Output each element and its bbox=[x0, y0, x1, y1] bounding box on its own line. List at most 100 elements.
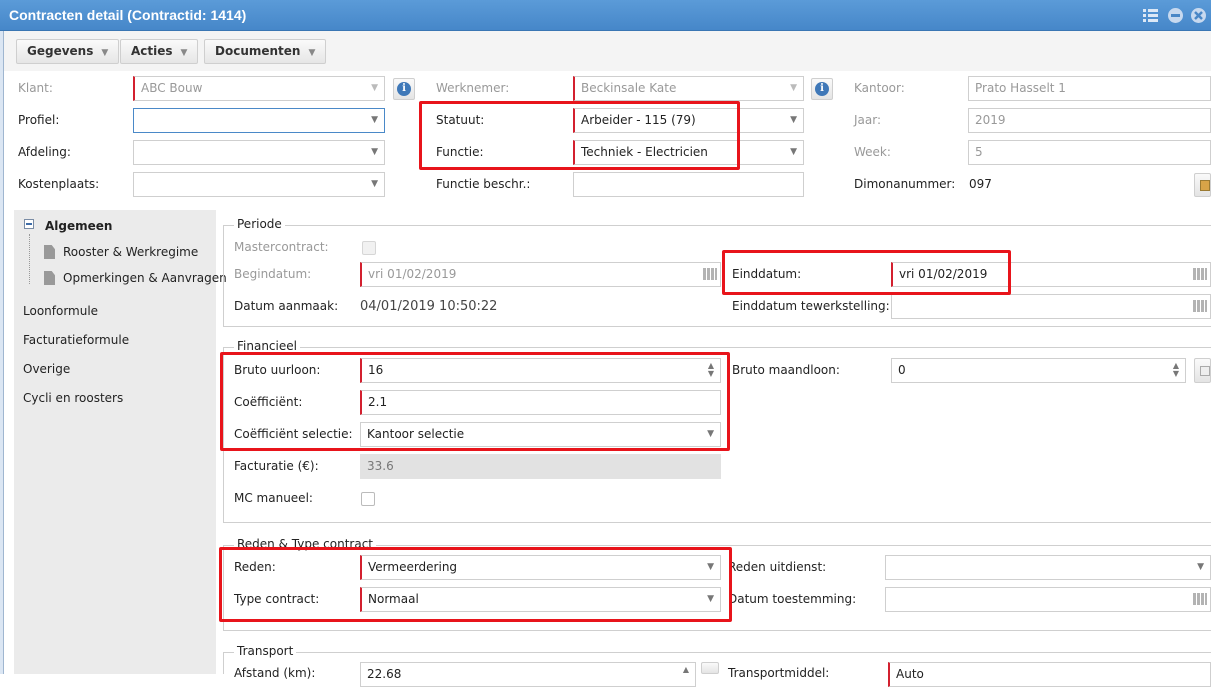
begindatum-value: vri 01/02/2019 bbox=[368, 267, 457, 281]
klant-value: ABC Bouw bbox=[141, 81, 203, 95]
werknemer-select[interactable]: Beckinsale Kate ▼ bbox=[573, 76, 804, 101]
functie-value: Techniek - Electricien bbox=[581, 145, 708, 159]
afstand-input[interactable]: 22.68 ▲ bbox=[360, 662, 696, 687]
info-icon: i bbox=[397, 82, 411, 96]
toolbar: Gegevens ▼ Acties ▼ Documenten ▼ bbox=[4, 31, 1211, 71]
statuut-select[interactable]: Arbeider - 115 (79) ▼ bbox=[573, 108, 804, 133]
reden-select[interactable]: Vermeerdering ▼ bbox=[360, 555, 721, 580]
minimize-icon[interactable] bbox=[1168, 8, 1183, 23]
reden-value: Vermeerdering bbox=[368, 560, 458, 574]
coefficient-selectie-value: Kantoor selectie bbox=[367, 427, 465, 441]
type-contract-value: Normaal bbox=[368, 592, 419, 606]
coefficient-selectie-select[interactable]: Kantoor selectie ▼ bbox=[360, 422, 721, 447]
window-title: Contracten detail (Contractid: 1414) bbox=[9, 7, 247, 23]
coefficient-selectie-label: Coëfficiënt selectie: bbox=[234, 427, 353, 441]
afstand-calc-button[interactable] bbox=[701, 662, 719, 674]
documenten-menu-button[interactable]: Documenten ▼ bbox=[204, 39, 327, 64]
mc-manueel-label: MC manueel: bbox=[234, 491, 313, 505]
profiel-select[interactable]: ▼ bbox=[133, 108, 385, 133]
jaar-label: Jaar: bbox=[854, 113, 882, 127]
sidebar-item-loonformule[interactable]: Loonformule bbox=[23, 304, 98, 318]
kostenplaats-select[interactable]: ▼ bbox=[133, 172, 385, 197]
calendar-icon[interactable] bbox=[703, 268, 717, 280]
afstand-value: 22.68 bbox=[367, 667, 402, 681]
transportmiddel-label: Transportmiddel: bbox=[728, 666, 830, 680]
statuut-value: Arbeider - 115 (79) bbox=[581, 113, 696, 127]
einddatum-tewerk-label: Einddatum tewerkstelling: bbox=[732, 299, 890, 313]
reden-uitdienst-select[interactable]: ▼ bbox=[885, 555, 1211, 580]
documenten-label: Documenten bbox=[215, 44, 301, 58]
sidebar-item-opmerkingen[interactable]: Opmerkingen & Aanvragen bbox=[63, 271, 227, 285]
coefficient-label: Coëfficiënt: bbox=[234, 395, 303, 409]
collapse-icon[interactable] bbox=[24, 219, 34, 229]
bruto-uurloon-label: Bruto uurloon: bbox=[234, 363, 321, 377]
week-field: 5 bbox=[968, 140, 1211, 165]
begindatum-label: Begindatum: bbox=[234, 267, 312, 281]
begindatum-field[interactable]: vri 01/02/2019 bbox=[360, 262, 721, 287]
werknemer-label: Werknemer: bbox=[436, 81, 510, 95]
functie-select[interactable]: Techniek - Electricien ▼ bbox=[573, 140, 804, 165]
transportmiddel-select[interactable]: Auto bbox=[888, 662, 1211, 687]
left-window-edge bbox=[0, 31, 4, 674]
functie-beschr-input[interactable] bbox=[573, 172, 804, 197]
klant-info-button[interactable]: i bbox=[393, 78, 415, 100]
chevron-down-icon: ▼ bbox=[707, 594, 714, 604]
mc-manueel-checkbox[interactable] bbox=[361, 492, 375, 506]
week-value: 5 bbox=[975, 145, 983, 159]
kantoor-value: Prato Hasselt 1 bbox=[975, 81, 1066, 95]
einddatum-field[interactable]: vri 01/02/2019 bbox=[891, 262, 1211, 287]
chevron-down-icon: ▼ bbox=[308, 48, 316, 58]
chevron-down-icon: ▼ bbox=[371, 115, 378, 125]
sidebar-item-rooster[interactable]: Rooster & Werkregime bbox=[63, 245, 198, 259]
calendar-icon[interactable] bbox=[1193, 300, 1207, 312]
acties-menu-button[interactable]: Acties ▼ bbox=[120, 39, 199, 64]
spinner-icon[interactable]: ▲ ▼ bbox=[708, 362, 714, 378]
spinner-icon[interactable]: ▲ bbox=[683, 666, 689, 674]
sidebar-group-algemeen[interactable]: Algemeen bbox=[45, 219, 112, 233]
einddatum-tewerk-field[interactable] bbox=[891, 294, 1211, 319]
gegevens-menu-button[interactable]: Gegevens ▼ bbox=[16, 39, 120, 64]
functie-label: Functie: bbox=[436, 145, 484, 159]
kantoor-field: Prato Hasselt 1 bbox=[968, 76, 1211, 101]
close-icon[interactable] bbox=[1191, 8, 1206, 23]
sidebar-item-overige[interactable]: Overige bbox=[23, 362, 70, 376]
profiel-label: Profiel: bbox=[18, 113, 60, 127]
mastercontract-label: Mastercontract: bbox=[234, 240, 329, 254]
dimona-value: 097 bbox=[969, 177, 992, 191]
klant-label: Klant: bbox=[18, 81, 53, 95]
mastercontract-checkbox[interactable] bbox=[362, 241, 376, 255]
sidebar-item-cycli[interactable]: Cycli en roosters bbox=[23, 391, 123, 405]
coefficient-input[interactable]: 2.1 bbox=[360, 390, 721, 415]
grid-icon[interactable] bbox=[1143, 8, 1158, 23]
sidebar-item-facturatieformule[interactable]: Facturatieformule bbox=[23, 333, 129, 347]
calculator-button[interactable] bbox=[1194, 358, 1211, 383]
week-label: Week: bbox=[854, 145, 891, 159]
calendar-icon[interactable] bbox=[1193, 268, 1207, 280]
spinner-icon[interactable]: ▲ ▼ bbox=[1173, 362, 1179, 378]
afdeling-select[interactable]: ▼ bbox=[133, 140, 385, 165]
kantoor-label: Kantoor: bbox=[854, 81, 905, 95]
calendar-icon[interactable] bbox=[1193, 593, 1207, 605]
datum-toestemming-field[interactable] bbox=[885, 587, 1211, 612]
afstand-label: Afstand (km): bbox=[234, 666, 316, 680]
werknemer-info-button[interactable]: i bbox=[811, 78, 833, 100]
bruto-uurloon-input[interactable]: 16 ▲ ▼ bbox=[360, 358, 721, 383]
datum-toestemming-label: Datum toestemming: bbox=[728, 592, 857, 606]
werknemer-value: Beckinsale Kate bbox=[581, 81, 677, 95]
acties-label: Acties bbox=[131, 44, 173, 58]
datum-aanmaak-value: 04/01/2019 10:50:22 bbox=[360, 299, 498, 314]
window-titlebar: Contracten detail (Contractid: 1414) bbox=[0, 0, 1211, 31]
type-contract-select[interactable]: Normaal ▼ bbox=[360, 587, 721, 612]
einddatum-value: vri 01/02/2019 bbox=[899, 267, 988, 281]
klant-select[interactable]: ABC Bouw ▼ bbox=[133, 76, 385, 101]
bruto-maandloon-value: 0 bbox=[898, 363, 906, 377]
facturatie-value: 33.6 bbox=[367, 459, 394, 473]
calculator-icon bbox=[1200, 366, 1210, 376]
chevron-down-icon: ▼ bbox=[790, 83, 797, 93]
bruto-maandloon-input[interactable]: 0 ▲ ▼ bbox=[891, 358, 1186, 383]
gegevens-label: Gegevens bbox=[27, 44, 94, 58]
chevron-down-icon: ▼ bbox=[180, 48, 188, 58]
edit-dimona-button[interactable] bbox=[1194, 173, 1211, 197]
chevron-down-icon: ▼ bbox=[371, 179, 378, 189]
bruto-maandloon-label: Bruto maandloon: bbox=[732, 363, 840, 377]
